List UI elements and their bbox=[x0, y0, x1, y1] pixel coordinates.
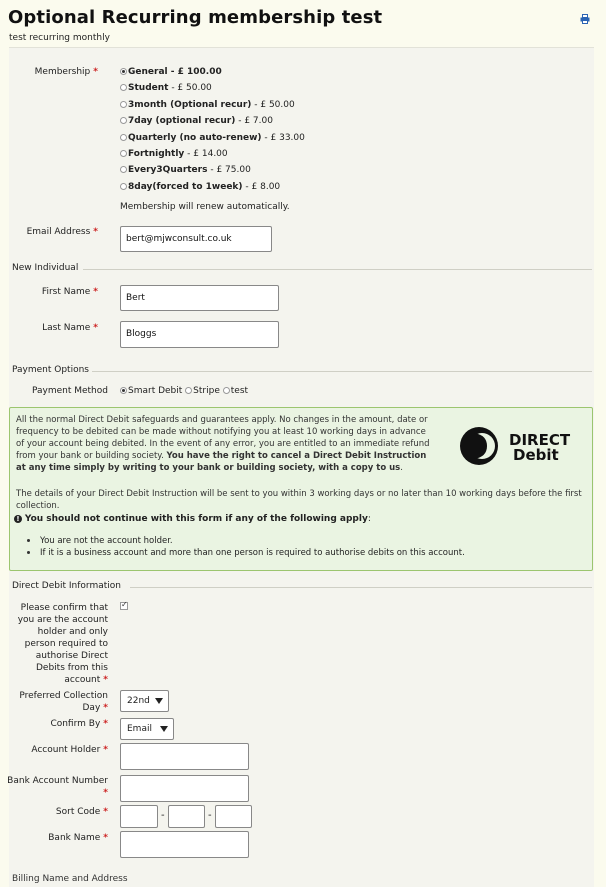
svg-text:Debit: Debit bbox=[513, 446, 559, 464]
membership-option-name: 8day(forced to 1week) bbox=[128, 181, 243, 192]
membership-option-name: Student bbox=[128, 83, 169, 94]
collection-day-select[interactable]: 22nd bbox=[120, 690, 169, 712]
confirm-holder-label: Please confirm that you are the account … bbox=[17, 603, 108, 685]
payment-option-test[interactable]: test bbox=[222, 386, 248, 396]
payment-method-label: Payment Method bbox=[31, 386, 108, 396]
membership-option[interactable]: 8day(forced to 1week) - £ 8.00 bbox=[120, 181, 280, 193]
membership-option[interactable]: Student - £ 50.00 bbox=[120, 82, 212, 94]
divider bbox=[92, 371, 592, 372]
direct-debit-notice: All the normal Direct Debit safeguards a… bbox=[9, 407, 593, 571]
individual-legend: New Individual bbox=[12, 263, 79, 273]
sort-code-separator: - bbox=[208, 810, 212, 821]
radio-icon[interactable] bbox=[120, 84, 127, 92]
divider bbox=[130, 587, 592, 588]
confirm-by-label: Confirm By * bbox=[50, 719, 108, 729]
dd-info-legend: Direct Debit Information bbox=[12, 581, 121, 591]
radio-icon[interactable] bbox=[120, 68, 127, 75]
page-title: Optional Recurring membership test bbox=[8, 7, 383, 28]
membership-option-price: - £ 33.00 bbox=[261, 132, 305, 143]
radio-icon[interactable] bbox=[120, 150, 127, 157]
exclamation-icon: ! bbox=[14, 515, 22, 523]
confirm-by-select[interactable]: Email bbox=[120, 718, 174, 740]
payment-method-options: Smart Debit Stripe test bbox=[120, 385, 248, 397]
membership-option[interactable]: General - £ 100.00 bbox=[120, 66, 222, 78]
list-item: You are not the account holder. bbox=[27, 535, 465, 547]
sort-code-part-2[interactable] bbox=[168, 805, 205, 828]
account-holder-input[interactable] bbox=[120, 743, 249, 770]
bank-name-input[interactable] bbox=[120, 831, 249, 858]
payment-legend: Payment Options bbox=[12, 365, 89, 375]
list-item: If it is a business account and more tha… bbox=[27, 548, 465, 558]
membership-option-name: Quarterly (no auto-renew) bbox=[128, 132, 262, 143]
membership-option-name: 7day (optional recur) bbox=[128, 116, 236, 127]
radio-icon[interactable] bbox=[120, 166, 127, 174]
dd-conditions-list: You are not the account holder. If it is… bbox=[27, 535, 465, 559]
sort-code-separator: - bbox=[161, 810, 165, 821]
payment-option-stripe[interactable]: Stripe bbox=[185, 386, 220, 396]
sort-code-part-3[interactable] bbox=[215, 805, 252, 828]
dd-instruction-text: The details of your Direct Debit Instruc… bbox=[16, 489, 582, 511]
sort-code-part-1[interactable] bbox=[120, 805, 158, 828]
membership-option-price: - £ 50.00 bbox=[168, 83, 212, 94]
membership-label: Membership * bbox=[34, 67, 98, 77]
bank-account-input[interactable] bbox=[120, 775, 249, 802]
membership-option-price: - £ 100.00 bbox=[167, 67, 222, 77]
direct-debit-logo: DIRECT Debit bbox=[460, 427, 571, 465]
billing-legend: Billing Name and Address bbox=[12, 874, 128, 884]
chevron-down-icon bbox=[155, 698, 163, 704]
email-label: Email Address * bbox=[26, 227, 98, 237]
chevron-down-icon bbox=[160, 726, 168, 732]
dd-warning: ! You should not continue with this form… bbox=[14, 514, 371, 524]
membership-option-name: Fortnightly bbox=[128, 149, 185, 159]
account-holder-label: Account Holder * bbox=[31, 745, 108, 755]
radio-icon[interactable] bbox=[120, 182, 127, 190]
divider bbox=[83, 269, 592, 270]
membership-option-name: Every3Quarters bbox=[128, 165, 208, 176]
last-name-label: Last Name * bbox=[42, 323, 98, 333]
collection-day-label: Preferred Collection Day * bbox=[19, 691, 108, 713]
sort-code-label: Sort Code * bbox=[55, 807, 108, 817]
confirm-holder-checkbox[interactable] bbox=[120, 600, 128, 610]
payment-option-smart-debit[interactable]: Smart Debit bbox=[120, 386, 182, 396]
print-icon[interactable] bbox=[580, 14, 590, 24]
first-name-input[interactable]: Bert bbox=[120, 285, 279, 311]
membership-option-price: - £ 75.00 bbox=[207, 165, 251, 176]
radio-icon[interactable] bbox=[120, 100, 127, 108]
membership-option-price: - £ 14.00 bbox=[184, 149, 228, 159]
membership-option[interactable]: Fortnightly - £ 14.00 bbox=[120, 148, 228, 160]
renew-note: Membership will renew automatically. bbox=[120, 202, 290, 212]
bank-name-label: Bank Name * bbox=[48, 833, 108, 843]
membership-option[interactable]: 3month (Optional recur) - £ 50.00 bbox=[120, 99, 295, 111]
last-name-input[interactable]: Bloggs bbox=[120, 321, 279, 348]
dd-guarantee-text: All the normal Direct Debit safeguards a… bbox=[16, 415, 430, 473]
radio-icon[interactable] bbox=[120, 117, 127, 125]
radio-icon[interactable] bbox=[120, 133, 127, 141]
membership-option-name: 3month (Optional recur) bbox=[128, 99, 252, 110]
membership-option[interactable]: Quarterly (no auto-renew) - £ 33.00 bbox=[120, 132, 305, 144]
membership-option-name: General bbox=[128, 67, 168, 77]
membership-option[interactable]: 7day (optional recur) - £ 7.00 bbox=[120, 115, 273, 127]
first-name-label: First Name * bbox=[41, 287, 98, 297]
membership-option[interactable]: Every3Quarters - £ 75.00 bbox=[120, 164, 251, 176]
email-input[interactable]: bert@mjwconsult.co.uk bbox=[120, 226, 272, 252]
page-subtitle: test recurring monthly bbox=[9, 33, 110, 43]
membership-option-price: - £ 50.00 bbox=[251, 99, 295, 110]
membership-option-price: - £ 8.00 bbox=[242, 181, 281, 192]
bank-account-label: Bank Account Number * bbox=[7, 776, 108, 798]
membership-option-price: - £ 7.00 bbox=[235, 116, 273, 127]
